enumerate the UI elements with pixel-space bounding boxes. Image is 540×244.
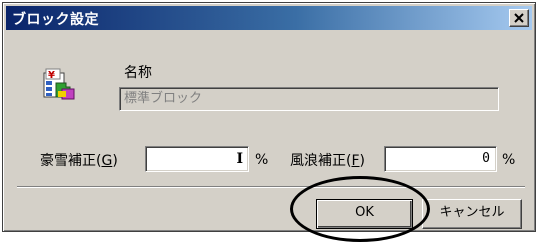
close-icon: [514, 13, 524, 23]
name-field: 標準ブロック: [119, 87, 499, 111]
separator: [17, 186, 525, 188]
cancel-button[interactable]: キャンセル: [422, 199, 522, 229]
svg-text:¥: ¥: [48, 70, 55, 81]
block-settings-dialog: ブロック設定 ¥ 名称 標準ブロック 豪雪補正(G) I % 風浪補正(F) 0…: [2, 2, 536, 232]
ok-button[interactable]: OK: [316, 199, 413, 229]
wind-percent-unit: %: [502, 152, 516, 168]
title-bar[interactable]: ブロック設定: [6, 6, 532, 30]
close-button[interactable]: [509, 9, 529, 27]
wind-correction-input[interactable]: 0: [384, 146, 497, 172]
wind-correction-label: 風浪補正(F): [290, 153, 365, 169]
name-label: 名称: [124, 65, 152, 81]
snow-percent-unit: %: [255, 152, 269, 168]
text-cursor: I: [236, 151, 243, 167]
snow-correction-label: 豪雪補正(G): [40, 153, 118, 169]
window-title: ブロック設定: [12, 12, 99, 28]
snow-correction-input[interactable]: I: [145, 146, 249, 172]
block-setting-icon: ¥: [43, 68, 75, 100]
